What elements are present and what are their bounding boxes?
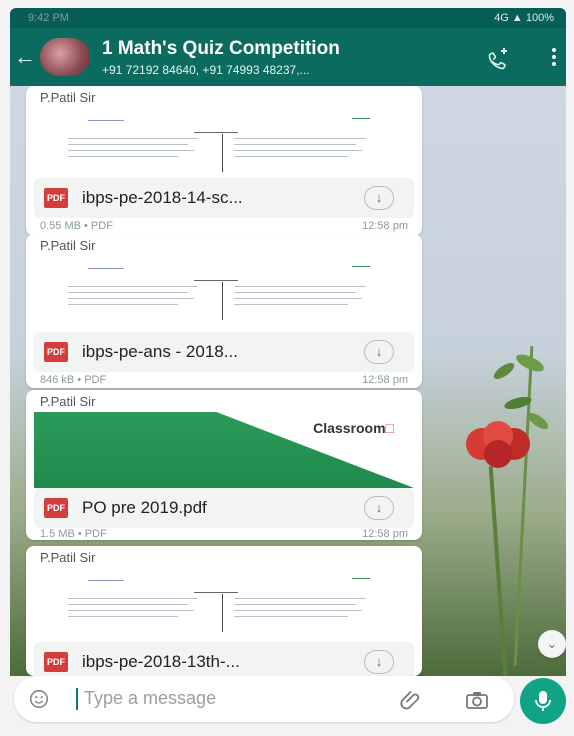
sender-name: P.Patil Sir [40, 394, 96, 409]
chat-title[interactable]: 1 Math's Quiz Competition [102, 38, 340, 60]
file-name[interactable]: ibps-pe-2018-13th-... [82, 652, 240, 672]
message-bubble[interactable]: P.Patil Sir PDF ibps-pe-ans - 2018... ↓ … [26, 234, 422, 388]
add-call-icon[interactable] [486, 46, 510, 70]
image-preview[interactable]: Classroom□ [34, 412, 414, 488]
sender-name: P.Patil Sir [40, 90, 96, 105]
file-meta: 846 kB • PDF [40, 374, 107, 386]
pdf-icon: PDF [44, 498, 68, 518]
message-time: 12:58 pm [362, 220, 408, 232]
sender-name: P.Patil Sir [40, 238, 96, 253]
status-time: 9:42 PM [28, 12, 69, 24]
menu-icon[interactable] [550, 46, 558, 68]
message-time: 12:58 pm [362, 528, 408, 540]
scroll-down-icon[interactable]: ⌄ [538, 630, 566, 658]
back-arrow-icon[interactable]: ← [14, 44, 36, 70]
mic-icon [535, 691, 551, 711]
pdf-icon: PDF [44, 342, 68, 362]
document-preview[interactable] [34, 568, 414, 634]
pdf-icon: PDF [44, 188, 68, 208]
download-icon[interactable]: ↓ [364, 496, 394, 520]
status-indicators: 4G ▲ 100% [494, 12, 554, 24]
file-attachment[interactable]: PDF ibps-pe-ans - 2018... ↓ [34, 332, 414, 372]
camera-icon[interactable] [464, 688, 490, 712]
chat-participants: +91 72192 84640, +91 74993 48237,... [102, 63, 310, 77]
message-bubble[interactable]: P.Patil Sir Classroom□ PDF PO pre 2019.p… [26, 390, 422, 540]
download-icon[interactable]: ↓ [364, 650, 394, 674]
file-name[interactable]: PO pre 2019.pdf [82, 498, 207, 518]
plant-stem [488, 466, 508, 676]
classroom-logo: Classroom□ [313, 420, 394, 436]
message-time: 12:58 pm [362, 374, 408, 386]
file-meta: 1.5 MB • PDF [40, 528, 107, 540]
message-composer: Type a message [10, 676, 566, 728]
flower-decoration [466, 421, 530, 468]
message-bubble[interactable]: P.Patil Sir PDF ibps-pe-2018-13th-... ↓ [26, 546, 422, 682]
download-icon[interactable]: ↓ [364, 186, 394, 210]
chat-screen: 9:42 PM 4G ▲ 100% ← 1 Math's Quiz Compet… [10, 8, 566, 728]
message-input[interactable]: Type a message [84, 688, 216, 709]
mic-button[interactable] [520, 678, 566, 724]
sender-name: P.Patil Sir [40, 550, 96, 565]
emoji-icon[interactable] [28, 688, 50, 710]
file-name[interactable]: ibps-pe-ans - 2018... [82, 342, 238, 362]
document-preview[interactable] [34, 108, 414, 174]
status-bar: 9:42 PM 4G ▲ 100% [10, 8, 566, 28]
file-meta: 0.55 MB • PDF [40, 220, 113, 232]
file-attachment[interactable]: PDF ibps-pe-2018-14-sc... ↓ [34, 178, 414, 218]
text-cursor [76, 688, 78, 710]
message-input-box[interactable]: Type a message [14, 676, 514, 722]
message-bubble[interactable]: P.Patil Sir PDF ibps-pe-2018-14-sc... ↓ … [26, 86, 422, 236]
document-preview[interactable] [34, 256, 414, 326]
attach-icon[interactable] [400, 688, 424, 712]
file-name[interactable]: ibps-pe-2018-14-sc... [82, 188, 243, 208]
pdf-icon: PDF [44, 652, 68, 672]
group-avatar[interactable] [40, 38, 90, 76]
download-icon[interactable]: ↓ [364, 340, 394, 364]
chat-header: ← 1 Math's Quiz Competition +91 72192 84… [10, 28, 566, 86]
file-attachment[interactable]: PDF PO pre 2019.pdf ↓ [34, 488, 414, 528]
